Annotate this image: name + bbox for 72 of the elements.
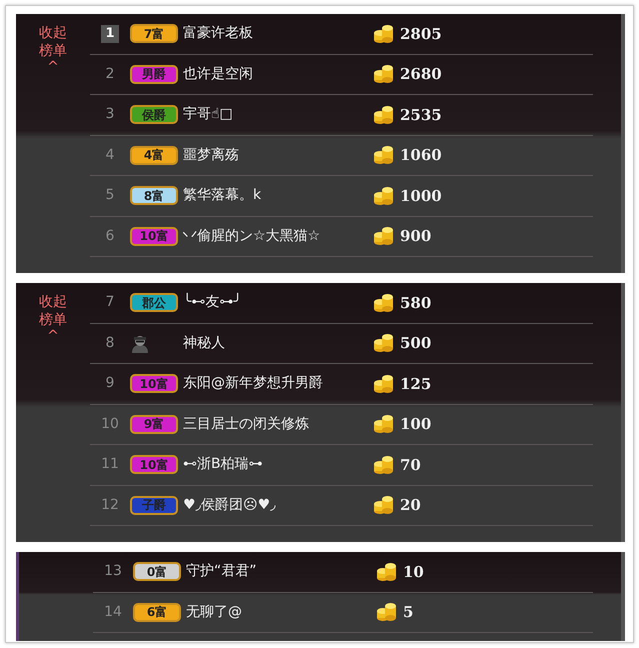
coin-amount: 70 xyxy=(400,454,421,476)
rank-badge: 郡公 xyxy=(130,293,178,312)
rank-number: 14 xyxy=(104,602,122,622)
rank-badge: 男爵 xyxy=(130,64,178,84)
rank-number: 1 xyxy=(101,24,119,43)
rank-badge: 8富 xyxy=(130,186,178,206)
coins-icon xyxy=(373,333,395,354)
coins-icon xyxy=(373,454,395,475)
coins-icon xyxy=(373,226,395,246)
rank-number: 3 xyxy=(106,105,114,124)
rank-number: 9 xyxy=(106,374,114,394)
coins-icon xyxy=(373,24,395,44)
rank-number: 8 xyxy=(106,334,114,353)
user-name: 噩梦离殇 xyxy=(183,146,240,165)
user-name: 神秘人 xyxy=(183,334,226,353)
rank-number: 5 xyxy=(106,186,114,206)
user-name: 东阳@新年梦想升男爵 xyxy=(183,374,324,394)
rank-badge: 9富 xyxy=(130,414,178,434)
rank-badge: 子爵 xyxy=(130,496,178,515)
collapse-button[interactable]: 收起榜单 ^ xyxy=(39,24,67,74)
user-name: 富豪许老板 xyxy=(183,24,254,44)
rank-number: 6 xyxy=(106,226,114,246)
rank-badge: 0富 xyxy=(133,562,181,582)
coin-amount: 580 xyxy=(400,292,432,314)
user-name: 宇哥☝□ xyxy=(183,105,234,124)
user-name: ♥◞侯爵团☹♥◞ xyxy=(183,496,277,515)
coin-amount: 5 xyxy=(403,602,414,623)
coin-amount: 100 xyxy=(400,414,432,435)
coin-amount: 2805 xyxy=(400,24,442,44)
coin-amount: 1000 xyxy=(400,186,442,206)
user-name: 也许是空闲 xyxy=(183,64,254,84)
rank-badge: 10富 xyxy=(130,226,178,246)
coins-icon xyxy=(373,495,395,516)
coin-amount: 20 xyxy=(400,495,421,516)
coins-icon xyxy=(373,292,395,313)
rank-number: 11 xyxy=(101,455,119,474)
coins-icon xyxy=(373,186,395,206)
rank-badge: 侯爵 xyxy=(130,105,178,124)
collapse-button[interactable]: 收起榜单 ^ xyxy=(39,293,67,343)
coin-amount: 900 xyxy=(400,226,432,247)
mystery-person-icon xyxy=(130,333,150,354)
rank-badge: 4富 xyxy=(130,146,178,165)
coins-icon xyxy=(373,414,395,434)
user-name: 三目居士の闭关修炼 xyxy=(183,414,310,434)
coin-amount: 2535 xyxy=(400,104,442,126)
rank-number: 7 xyxy=(106,293,114,312)
coins-icon xyxy=(373,145,395,166)
coins-icon xyxy=(376,602,398,622)
user-name: 守护“君君” xyxy=(186,562,258,582)
rank-number: 12 xyxy=(101,496,119,515)
rank-badge: 10富 xyxy=(130,455,178,474)
coin-amount: 500 xyxy=(400,333,432,354)
coins-icon xyxy=(373,64,395,84)
coins-icon xyxy=(376,562,398,582)
rank-badge: 10富 xyxy=(130,374,178,394)
rank-number: 13 xyxy=(104,562,122,582)
user-name: 无聊了@ xyxy=(186,602,243,622)
rank-number: 4 xyxy=(106,146,114,165)
user-name: 丷偷腥的ン☆大黑猫☆ xyxy=(183,226,322,246)
coin-amount: 1060 xyxy=(400,145,442,166)
coin-amount: 125 xyxy=(400,374,432,394)
user-name: ⊷浙B柏瑞⊶ xyxy=(183,455,264,474)
rank-number: 10 xyxy=(101,414,119,434)
coins-icon xyxy=(373,374,395,394)
user-name: ╰⊷友⊶╯ xyxy=(183,292,243,312)
coin-amount: 2680 xyxy=(400,64,442,85)
rank-number: 2 xyxy=(106,64,114,84)
rank-badge: 7富 xyxy=(130,24,178,44)
user-name: 繁华落幕。k xyxy=(183,186,262,206)
coins-icon xyxy=(373,104,395,125)
rank-badge: 6富 xyxy=(133,602,181,622)
coin-amount: 10 xyxy=(403,562,424,582)
